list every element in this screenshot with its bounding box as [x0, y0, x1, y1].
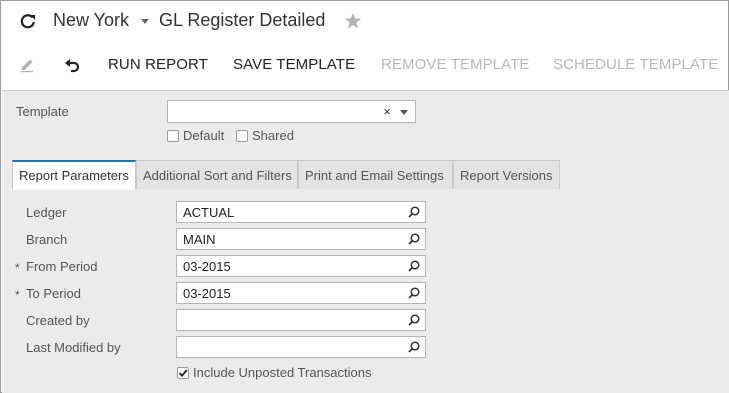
tab-print-and-email-settings[interactable]: Print and Email Settings [298, 160, 453, 190]
company-selector[interactable]: New York [53, 10, 129, 31]
refresh-icon[interactable] [19, 12, 37, 30]
star-icon[interactable] [344, 12, 362, 30]
created-by-label: Created by [26, 313, 90, 328]
page-title: GL Register Detailed [159, 10, 326, 30]
clear-icon[interactable]: × [383, 104, 391, 119]
created-by-field[interactable] [176, 309, 426, 331]
last-modified-by-field[interactable] [176, 336, 426, 358]
from-period-field[interactable]: 03-2015 [176, 255, 426, 277]
default-checkbox[interactable] [167, 130, 179, 142]
report-parameters-panel: Ledger ACTUAL Branch MAIN * From Period [12, 189, 729, 393]
form-area: Template × Default Shared Report Paramet… [2, 90, 729, 393]
search-icon[interactable] [407, 313, 421, 327]
to-period-label: To Period [26, 286, 81, 301]
required-marker: * [15, 288, 20, 302]
shared-checkbox[interactable] [236, 130, 248, 142]
tab-report-versions[interactable]: Report Versions [453, 160, 560, 190]
to-period-value: 03-2015 [183, 286, 231, 301]
search-icon[interactable] [407, 232, 421, 246]
toolbar: RUN REPORT SAVE TEMPLATE REMOVE TEMPLATE… [1, 47, 728, 83]
required-marker: * [15, 261, 20, 275]
run-report-button[interactable]: RUN REPORT [108, 56, 208, 73]
chevron-down-icon[interactable] [141, 19, 149, 24]
save-template-button[interactable]: SAVE TEMPLATE [233, 56, 355, 73]
template-select[interactable]: × [167, 100, 416, 123]
pencil-icon[interactable] [19, 56, 37, 74]
ledger-label: Ledger [26, 205, 67, 220]
ledger-value: ACTUAL [183, 205, 235, 220]
search-icon[interactable] [407, 259, 421, 273]
from-period-label: From Period [26, 259, 98, 274]
tab-bar: Report Parameters Additional Sort and Fi… [12, 160, 728, 190]
search-icon[interactable] [407, 340, 421, 354]
branch-value: MAIN [183, 232, 216, 247]
include-unposted-label: Include Unposted Transactions [193, 365, 372, 380]
search-icon[interactable] [407, 205, 421, 219]
template-label: Template [16, 104, 69, 119]
app-window: New York GL Register Detailed RUN REPORT… [0, 0, 729, 393]
schedule-template-button[interactable]: SCHEDULE TEMPLATE [553, 56, 718, 73]
last-modified-by-label: Last Modified by [26, 340, 121, 355]
checkmark-icon [178, 369, 188, 378]
shared-label: Shared [252, 128, 294, 143]
branch-field[interactable]: MAIN [176, 228, 426, 250]
undo-icon[interactable] [63, 56, 81, 74]
tab-additional-sort-and-filters[interactable]: Additional Sort and Filters [136, 160, 298, 190]
default-label: Default [183, 128, 225, 143]
branch-label: Branch [26, 232, 68, 247]
tab-report-parameters[interactable]: Report Parameters [12, 160, 136, 190]
title-bar: New York GL Register Detailed [1, 1, 728, 41]
to-period-field[interactable]: 03-2015 [176, 282, 426, 304]
remove-template-button[interactable]: REMOVE TEMPLATE [381, 56, 529, 73]
chevron-down-icon[interactable] [400, 110, 408, 115]
search-icon[interactable] [407, 286, 421, 300]
include-unposted-checkbox[interactable] [177, 367, 189, 379]
from-period-value: 03-2015 [183, 259, 231, 274]
ledger-field[interactable]: ACTUAL [176, 201, 426, 223]
